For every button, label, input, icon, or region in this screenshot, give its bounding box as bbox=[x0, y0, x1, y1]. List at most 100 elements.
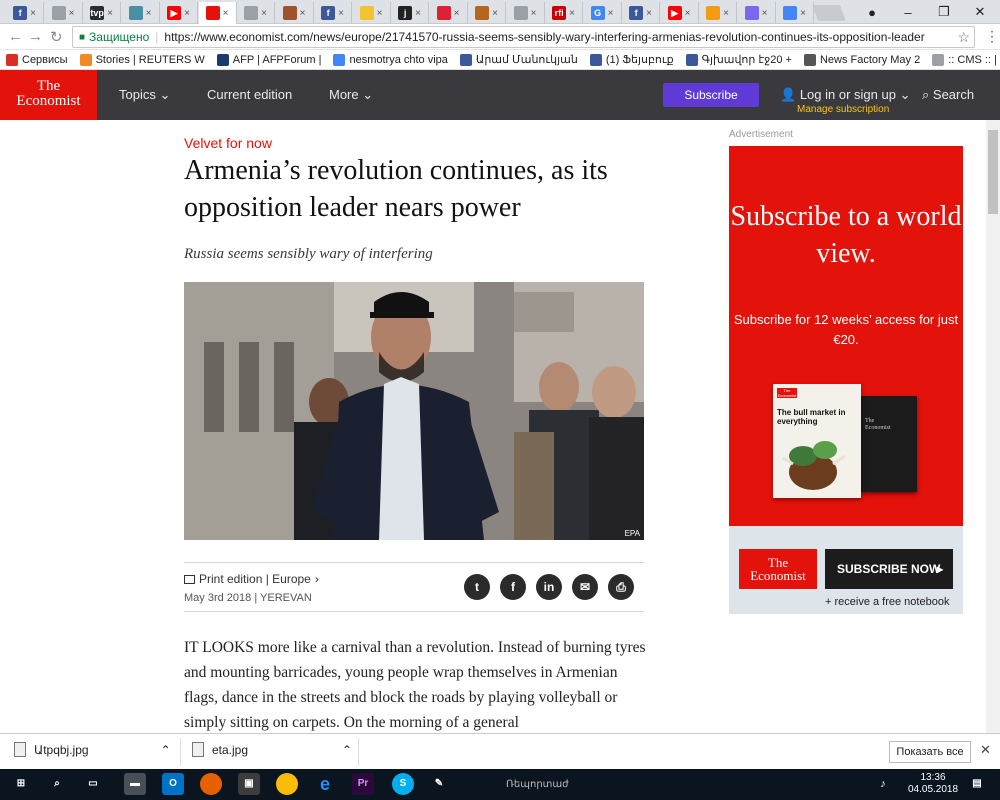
notifications-icon[interactable]: ▤ bbox=[966, 773, 988, 795]
new-tab-button[interactable] bbox=[812, 5, 846, 21]
bookmark-item[interactable]: AFP | AFPForum | bbox=[211, 53, 328, 66]
browser-tab[interactable]: j × bbox=[391, 2, 429, 24]
manage-subscription-link[interactable]: Manage subscription bbox=[797, 104, 889, 115]
bookmark-item[interactable]: News Factory May 2 bbox=[798, 53, 926, 66]
forward-icon[interactable]: → bbox=[28, 28, 43, 45]
taskbar-window-label[interactable]: Ռեպորտաժ bbox=[506, 779, 569, 790]
restore-icon[interactable]: ❐ bbox=[926, 0, 962, 24]
firefox-icon[interactable] bbox=[200, 773, 222, 795]
page-scrollbar[interactable] bbox=[986, 120, 1000, 733]
browser-tab[interactable]: f × bbox=[6, 2, 44, 24]
subscription-ad[interactable]: Subscribe to a world view. Subscribe for… bbox=[729, 146, 963, 614]
address-bar[interactable]: ■ Защищено | https://www.economist.com/n… bbox=[72, 26, 975, 48]
browser-tab[interactable]: ▶ × bbox=[661, 2, 699, 24]
bookmark-item[interactable]: nesmotrya chto vipa bbox=[327, 53, 453, 66]
close-downloads-icon[interactable]: ✕ bbox=[980, 742, 991, 758]
windows-start-icon[interactable]: ⊞ bbox=[10, 773, 32, 795]
close-window-icon[interactable]: ✕ bbox=[962, 0, 998, 24]
print-edition-link[interactable]: Print edition | Europe › bbox=[184, 572, 319, 586]
close-tab-icon[interactable]: × bbox=[531, 8, 537, 19]
browser-tab[interactable]: × bbox=[45, 2, 83, 24]
browser-tab[interactable]: × bbox=[738, 2, 776, 24]
bookmark-item[interactable]: :: CMS :: | 1.7.2 bbox=[926, 53, 1000, 66]
browser-tab[interactable]: × bbox=[122, 2, 160, 24]
print-icon[interactable]: ⎙ bbox=[608, 574, 634, 600]
skype-icon[interactable]: S bbox=[392, 773, 414, 795]
edge-icon[interactable]: e bbox=[314, 773, 336, 795]
browser-tab[interactable]: f × bbox=[622, 2, 660, 24]
profile-icon[interactable]: ● bbox=[854, 0, 890, 24]
close-tab-icon[interactable]: × bbox=[685, 8, 691, 19]
reload-icon[interactable]: ↻ bbox=[50, 28, 63, 46]
close-tab-icon[interactable]: × bbox=[608, 8, 614, 19]
download-item-1[interactable]: Աtpqbj.jpg ⌃ bbox=[14, 742, 171, 757]
bookmark-item[interactable]: Գյխավոր էջ20 + bbox=[680, 53, 798, 66]
browser-tab[interactable]: × bbox=[430, 2, 468, 24]
download-item-2[interactable]: eta.jpg ⌃ bbox=[192, 742, 352, 757]
browser-tab[interactable]: × bbox=[699, 2, 737, 24]
bookmark-item[interactable]: Сервисы bbox=[0, 53, 74, 66]
explorer-icon[interactable]: ▬ bbox=[124, 773, 146, 795]
topics-menu[interactable]: Topics ⌄ bbox=[119, 87, 170, 103]
search-icon[interactable]: ⌕ bbox=[46, 773, 68, 795]
volume-icon[interactable]: ♪ bbox=[872, 773, 894, 795]
browser-tab[interactable]: × bbox=[237, 2, 275, 24]
close-tab-icon[interactable]: × bbox=[300, 8, 306, 19]
ad-subscribe-now-button[interactable]: SUBSCRIBE NOW ▸ bbox=[825, 549, 953, 589]
close-tab-icon[interactable]: × bbox=[800, 8, 806, 19]
scrollbar-thumb[interactable] bbox=[988, 130, 998, 214]
facebook-icon[interactable]: f bbox=[500, 574, 526, 600]
browser-tab[interactable]: × bbox=[198, 2, 237, 24]
subscribe-button[interactable]: Subscribe bbox=[663, 83, 759, 107]
browser-tab[interactable]: × bbox=[507, 2, 545, 24]
outlook-icon[interactable]: O bbox=[162, 773, 184, 795]
browser-tab[interactable]: ▶ × bbox=[160, 2, 198, 24]
browser-tab[interactable]: × bbox=[468, 2, 506, 24]
folder-icon[interactable]: ▣ bbox=[238, 773, 260, 795]
close-tab-icon[interactable]: × bbox=[762, 8, 768, 19]
browser-tab[interactable]: × bbox=[276, 2, 314, 24]
linkedin-icon[interactable]: in bbox=[536, 574, 562, 600]
close-tab-icon[interactable]: × bbox=[723, 8, 729, 19]
close-tab-icon[interactable]: × bbox=[184, 8, 190, 19]
back-icon[interactable]: ← bbox=[8, 28, 23, 45]
chevron-up-icon[interactable]: ⌃ bbox=[342, 743, 352, 757]
task-view-icon[interactable]: ▭ bbox=[82, 773, 104, 795]
economist-logo[interactable]: The Economist bbox=[0, 70, 97, 120]
browser-tab[interactable]: × bbox=[776, 2, 814, 24]
close-tab-icon[interactable]: × bbox=[261, 8, 267, 19]
premiere-icon[interactable]: Pr bbox=[352, 773, 374, 795]
show-all-downloads-button[interactable]: Показать все bbox=[889, 741, 971, 763]
minimize-icon[interactable]: – bbox=[890, 0, 926, 24]
chevron-up-icon[interactable]: ⌃ bbox=[161, 743, 171, 757]
close-tab-icon[interactable]: × bbox=[30, 8, 36, 19]
current-edition-link[interactable]: Current edition bbox=[207, 87, 292, 102]
close-tab-icon[interactable]: × bbox=[338, 8, 344, 19]
login-menu[interactable]: 👤 Log in or sign up ⌄ bbox=[780, 87, 910, 103]
search-button[interactable]: ⌕ Search bbox=[922, 87, 974, 103]
close-tab-icon[interactable]: × bbox=[69, 8, 75, 19]
browser-tab[interactable]: × bbox=[353, 2, 391, 24]
close-tab-icon[interactable]: × bbox=[569, 8, 575, 19]
close-tab-icon[interactable]: × bbox=[415, 8, 421, 19]
close-tab-icon[interactable]: × bbox=[107, 8, 113, 19]
browser-tab[interactable]: f × bbox=[314, 2, 352, 24]
bookmark-item[interactable]: Արամ Մանուկյան bbox=[454, 53, 584, 66]
close-tab-icon[interactable]: × bbox=[377, 8, 383, 19]
paint-icon[interactable]: ✎ bbox=[428, 773, 450, 795]
close-tab-icon[interactable]: × bbox=[146, 8, 152, 19]
browser-menu-icon[interactable]: ⋮ bbox=[985, 28, 999, 45]
mail-icon[interactable]: ✉ bbox=[572, 574, 598, 600]
close-tab-icon[interactable]: × bbox=[646, 8, 652, 19]
close-tab-icon[interactable]: × bbox=[492, 8, 498, 19]
system-clock[interactable]: 13:36 04.05.2018 bbox=[908, 772, 958, 796]
more-menu[interactable]: More ⌄ bbox=[329, 87, 373, 103]
browser-tab[interactable]: G × bbox=[584, 2, 622, 24]
browser-tab[interactable]: tvp × bbox=[83, 2, 121, 24]
bookmark-star-icon[interactable]: ☆ bbox=[957, 29, 970, 46]
close-tab-icon[interactable]: × bbox=[223, 8, 229, 19]
browser-tab[interactable]: rfi × bbox=[545, 2, 583, 24]
bookmark-item[interactable]: Stories | REUTERS W bbox=[74, 53, 211, 66]
close-tab-icon[interactable]: × bbox=[454, 8, 460, 19]
twitter-icon[interactable]: t bbox=[464, 574, 490, 600]
